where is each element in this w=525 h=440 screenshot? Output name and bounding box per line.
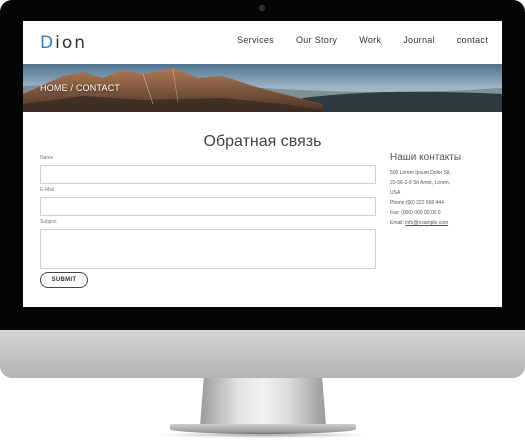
email-prefix: Email: <box>390 220 406 226</box>
address-line-2: 22-56-2-9 Sit Amet, Lorem, <box>390 180 451 186</box>
site-logo[interactable]: Dion <box>40 33 87 53</box>
site-header: Dion Services Our Story Work Journal con… <box>23 21 502 64</box>
subject-label: Subject <box>40 219 57 225</box>
address-line-3: USA <box>390 190 401 196</box>
email-label: E-Mail <box>40 187 55 193</box>
fax-text: Fax: (000) 000 00 00 0 <box>390 210 441 216</box>
name-field[interactable] <box>40 165 376 184</box>
page-title: Обратная связь <box>203 133 322 150</box>
phone-text: Phone:(00) 222 666 444 <box>390 200 444 206</box>
main-menu: Services Our Story Work Journal contact <box>215 35 488 45</box>
contact-section: Обратная связь Name E-Mail Subject SUBMI… <box>23 112 502 307</box>
website-screen: Dion Services Our Story Work Journal con… <box>23 21 502 307</box>
email-link[interactable]: info@example.com <box>405 220 448 226</box>
nav-link-services[interactable]: Services <box>237 35 274 45</box>
stand-shadow <box>155 432 371 438</box>
email-text: Email: info@example.com <box>390 220 448 226</box>
address-line-1: 500 Lorem Ipsum Dolor Sit, <box>390 170 451 176</box>
logo-first-letter: D <box>40 33 56 53</box>
logo-rest: ion <box>55 33 87 53</box>
monitor-chin <box>0 330 525 378</box>
contacts-title: Наши контакты <box>390 152 462 163</box>
subject-field[interactable] <box>40 229 376 269</box>
nav-link-work[interactable]: Work <box>359 35 381 45</box>
nav-link-journal[interactable]: Journal <box>403 35 435 45</box>
breadcrumb: HOME / CONTACT <box>40 83 121 93</box>
submit-button[interactable]: SUBMIT <box>40 272 88 288</box>
name-label: Name <box>40 155 54 161</box>
nav-link-our-story[interactable]: Our Story <box>296 35 337 45</box>
hero-banner: HOME / CONTACT <box>23 64 502 112</box>
email-field[interactable] <box>40 197 376 216</box>
nav-link-contact[interactable]: contact <box>457 35 488 45</box>
camera-icon <box>259 5 265 11</box>
monitor-stand <box>200 378 326 426</box>
